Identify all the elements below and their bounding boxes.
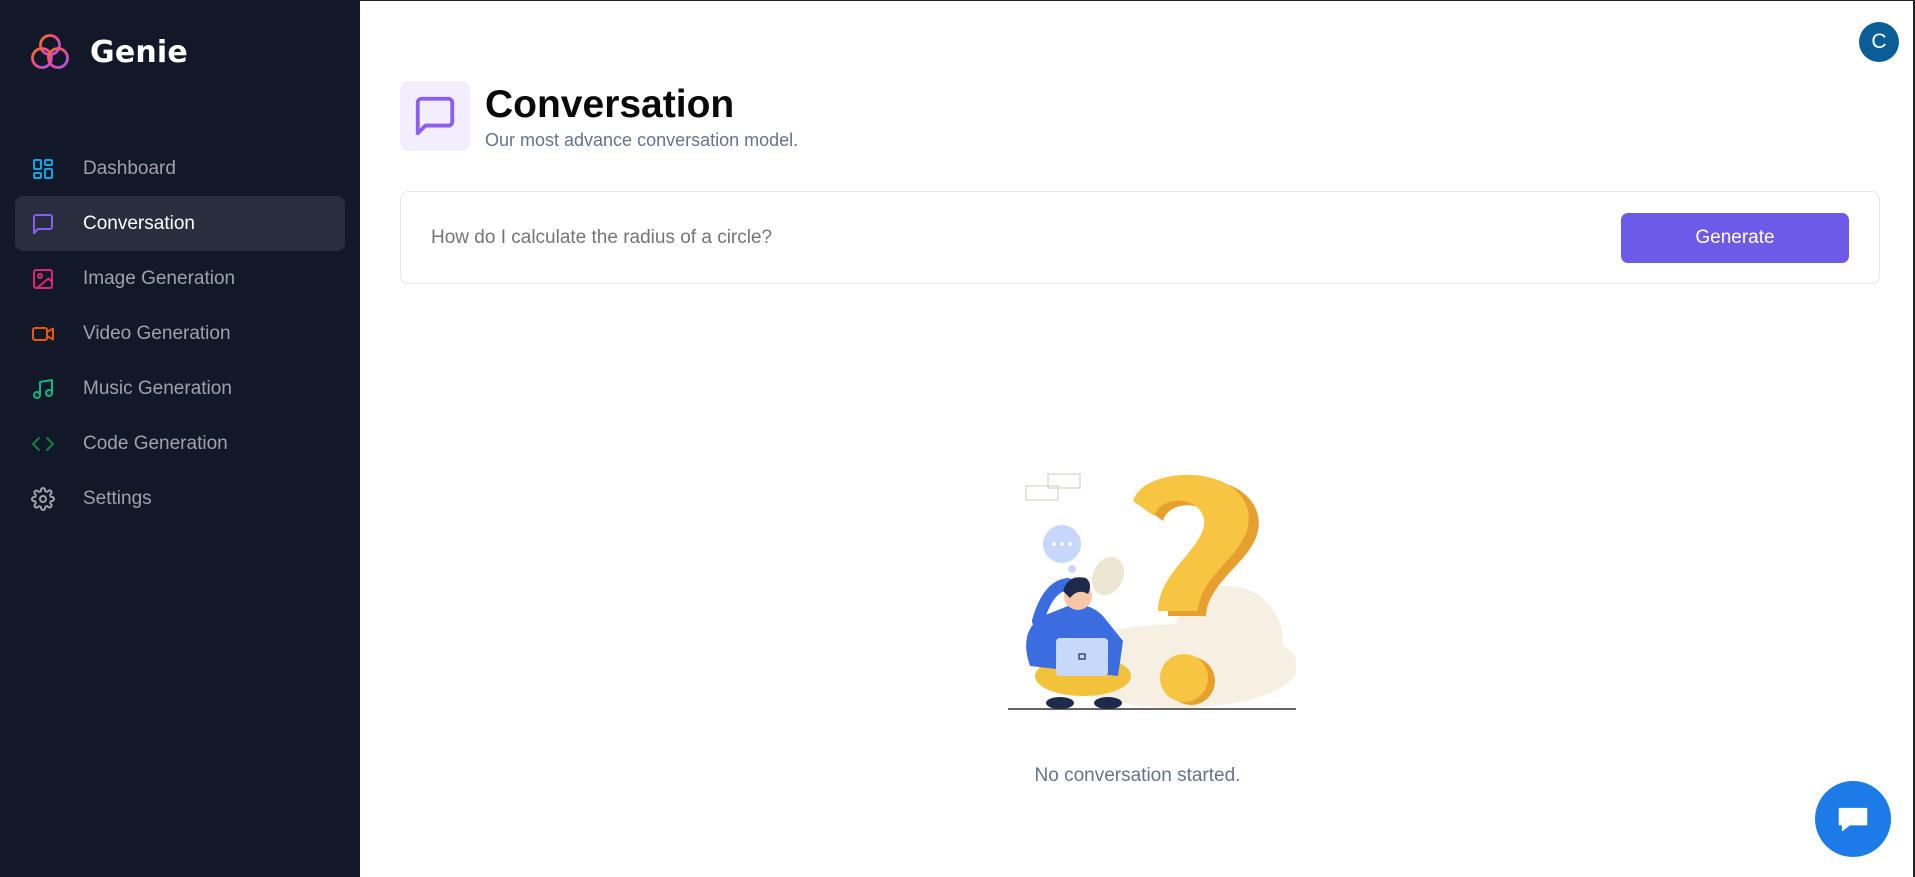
message-square-icon <box>415 96 455 136</box>
sidebar-item-conversation[interactable]: Conversation <box>15 196 345 251</box>
sidebar-nav: Dashboard Conversation Image Generation <box>15 141 345 526</box>
sidebar-item-label: Code Generation <box>83 432 228 454</box>
brand[interactable]: Genie <box>28 30 188 74</box>
sidebar: Genie Dashboard Conversation Image Gener… <box>0 0 360 877</box>
sidebar-item-label: Music Generation <box>83 377 232 399</box>
sidebar-item-label: Conversation <box>83 212 195 234</box>
empty-state-illustration <box>1008 473 1296 710</box>
sidebar-item-label: Image Generation <box>83 267 236 289</box>
page-subtitle: Our most advance conversation model. <box>485 130 799 150</box>
chat-widget-button[interactable] <box>1815 781 1891 857</box>
main-content: C Conversation Our most advance conversa… <box>360 0 1915 877</box>
message-square-icon <box>30 211 56 237</box>
generate-button[interactable]: Generate <box>1621 213 1849 263</box>
page-header: Conversation Our most advance conversati… <box>400 81 798 151</box>
sidebar-item-label: Settings <box>83 487 152 509</box>
music-icon <box>30 376 56 402</box>
prompt-form: Generate <box>400 191 1880 284</box>
sidebar-item-settings[interactable]: Settings <box>15 471 345 526</box>
sidebar-item-music-generation[interactable]: Music Generation <box>15 361 345 416</box>
header-icon-box <box>400 81 470 151</box>
page-title: Conversation <box>485 83 735 126</box>
settings-icon <box>30 486 56 512</box>
header-text: Conversation Our most advance conversati… <box>485 81 798 151</box>
avatar[interactable]: C <box>1859 22 1899 62</box>
code-icon <box>30 431 56 457</box>
sidebar-item-dashboard[interactable]: Dashboard <box>15 141 345 196</box>
sidebar-item-label: Video Generation <box>83 322 231 344</box>
sidebar-item-image-generation[interactable]: Image Generation <box>15 251 345 306</box>
genie-logo-icon <box>31 34 69 69</box>
sidebar-item-label: Dashboard <box>83 157 176 179</box>
prompt-input[interactable] <box>431 216 1581 260</box>
video-icon <box>30 321 56 347</box>
dashboard-icon <box>30 156 56 182</box>
image-icon <box>30 266 56 292</box>
sidebar-item-code-generation[interactable]: Code Generation <box>15 416 345 471</box>
chat-bubble-icon <box>1838 807 1868 832</box>
app-name: Genie <box>90 34 188 70</box>
sidebar-item-video-generation[interactable]: Video Generation <box>15 306 345 361</box>
empty-state-message: No conversation started. <box>1034 765 1241 786</box>
